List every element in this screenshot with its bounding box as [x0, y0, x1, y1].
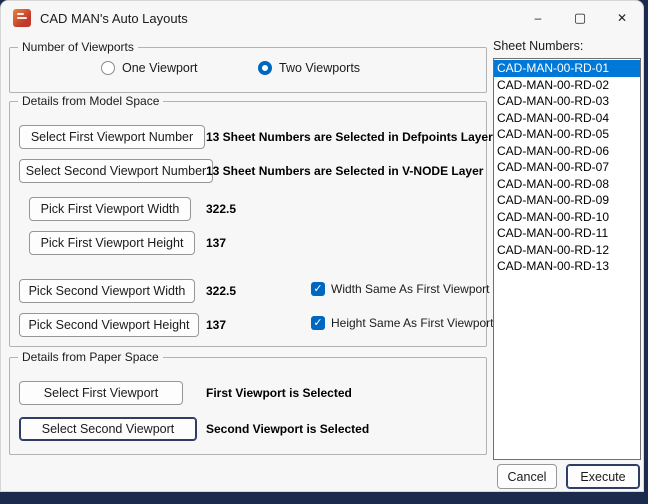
select-second-viewport-button[interactable]: Select Second Viewport	[19, 417, 197, 441]
list-item[interactable]: CAD-MAN-00-RD-06	[494, 143, 640, 160]
auto-layouts-dialog: CAD MAN's Auto Layouts – ▢ ✕ Number of V…	[0, 0, 644, 492]
select-second-viewport-number-button[interactable]: Select Second Viewport Number	[19, 159, 213, 183]
list-item[interactable]: CAD-MAN-00-RD-05	[494, 126, 640, 143]
list-item[interactable]: CAD-MAN-00-RD-07	[494, 159, 640, 176]
second-height-value: 137	[206, 318, 226, 332]
cancel-button[interactable]: Cancel	[497, 464, 557, 489]
second-viewport-status: Second Viewport is Selected	[206, 422, 369, 436]
list-item[interactable]: CAD-MAN-00-RD-12	[494, 242, 640, 259]
list-item[interactable]: CAD-MAN-00-RD-10	[494, 209, 640, 226]
second-width-value: 322.5	[206, 284, 236, 298]
first-viewport-status: First Viewport is Selected	[206, 386, 352, 400]
list-item[interactable]: CAD-MAN-00-RD-09	[494, 192, 640, 209]
close-button[interactable]: ✕	[601, 1, 643, 35]
list-item[interactable]: CAD-MAN-00-RD-02	[494, 77, 640, 94]
group-label-viewports: Number of Viewports	[18, 40, 138, 54]
radio-two-viewports[interactable]: Two Viewports	[258, 61, 360, 75]
height-same-checkbox[interactable]: ✓ Height Same As First Viewport	[311, 316, 494, 330]
execute-button[interactable]: Execute	[566, 464, 640, 489]
group-label-paper-space: Details from Paper Space	[18, 350, 163, 364]
minimize-button[interactable]: –	[517, 1, 559, 35]
pick-first-viewport-height-button[interactable]: Pick First Viewport Height	[29, 231, 195, 255]
width-same-checkbox-label: Width Same As First Viewport	[331, 282, 490, 296]
pick-second-viewport-width-button[interactable]: Pick Second Viewport Width	[19, 279, 195, 303]
sheet-numbers-label: Sheet Numbers:	[493, 39, 583, 53]
pick-second-viewport-height-button[interactable]: Pick Second Viewport Height	[19, 313, 199, 337]
height-same-checkbox-label: Height Same As First Viewport	[331, 316, 494, 330]
width-same-checkbox[interactable]: ✓ Width Same As First Viewport	[311, 282, 490, 296]
pick-first-viewport-width-button[interactable]: Pick First Viewport Width	[29, 197, 191, 221]
select-first-viewport-button[interactable]: Select First Viewport	[19, 381, 183, 405]
app-logo-icon	[13, 9, 31, 27]
first-height-value: 137	[206, 236, 226, 250]
checkbox-check-icon: ✓	[311, 282, 325, 296]
list-item[interactable]: CAD-MAN-00-RD-11	[494, 225, 640, 242]
first-width-value: 322.5	[206, 202, 236, 216]
list-item[interactable]: CAD-MAN-00-RD-01	[494, 60, 640, 77]
radio-circle-two	[258, 61, 272, 75]
second-number-status: 13 Sheet Numbers are Selected in V-NODE …	[206, 164, 483, 178]
select-first-viewport-number-button[interactable]: Select First Viewport Number	[19, 125, 205, 149]
radio-label-one: One Viewport	[122, 61, 198, 75]
window-title: CAD MAN's Auto Layouts	[40, 11, 188, 26]
group-number-of-viewports: Number of Viewports	[9, 47, 487, 93]
radio-one-viewport[interactable]: One Viewport	[101, 61, 198, 75]
list-item[interactable]: CAD-MAN-00-RD-08	[494, 176, 640, 193]
maximize-button[interactable]: ▢	[559, 1, 601, 35]
sheet-numbers-listbox[interactable]: CAD-MAN-00-RD-01 CAD-MAN-00-RD-02 CAD-MA…	[493, 58, 641, 460]
list-item[interactable]: CAD-MAN-00-RD-03	[494, 93, 640, 110]
first-number-status: 13 Sheet Numbers are Selected in Defpoin…	[206, 130, 493, 144]
list-item[interactable]: CAD-MAN-00-RD-04	[494, 110, 640, 127]
group-label-model-space: Details from Model Space	[18, 94, 163, 108]
radio-circle-one	[101, 61, 115, 75]
list-item[interactable]: CAD-MAN-00-RD-13	[494, 258, 640, 275]
checkbox-check-icon: ✓	[311, 316, 325, 330]
title-bar[interactable]: CAD MAN's Auto Layouts – ▢ ✕	[1, 1, 643, 35]
window-controls: – ▢ ✕	[517, 1, 643, 35]
radio-label-two: Two Viewports	[279, 61, 360, 75]
